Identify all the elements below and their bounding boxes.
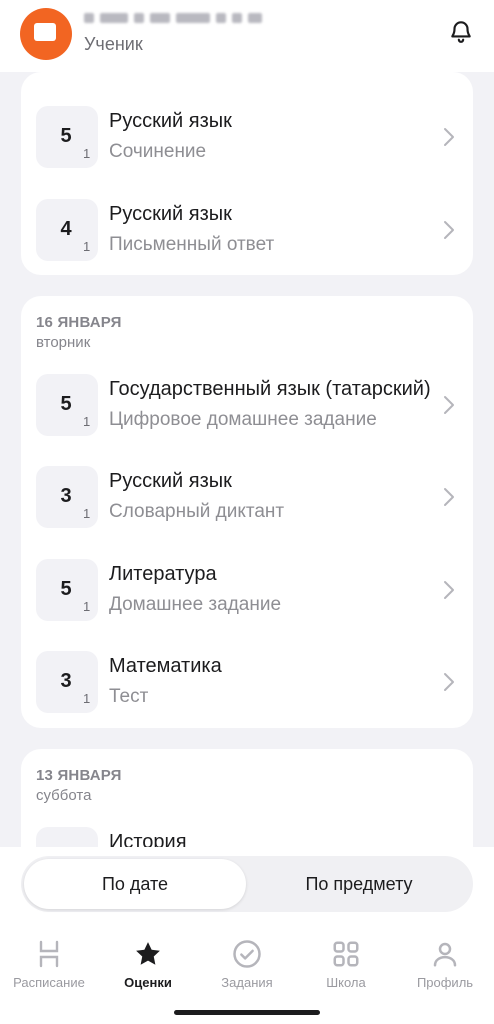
grade-box: 4 1 (36, 199, 98, 261)
chevron-right-icon (444, 488, 454, 506)
person-icon (433, 942, 457, 967)
tab-label: Профиль (416, 975, 474, 990)
grade-row[interactable]: 3 1 Математика Тест (21, 651, 473, 713)
sort-segmented-control: По дате По предмету (21, 856, 473, 912)
grade-row[interactable]: 5 1 Литература Домашнее задание (21, 559, 473, 621)
work-type: Словарный диктант (109, 501, 285, 522)
grade-row[interactable]: История (21, 827, 473, 847)
grade-value: 3 (60, 670, 72, 692)
grades-day-card: 13 ЯНВАРЯ суббота История (21, 749, 473, 847)
chevron-right-icon (444, 673, 454, 691)
user-name-redacted (84, 10, 284, 26)
date-title: 16 ЯНВАРЯ (36, 314, 122, 331)
tab-tasks[interactable]: Задания (198, 939, 296, 999)
schedule-icon (39, 940, 59, 968)
chevron-right-icon (444, 128, 454, 146)
grade-weight: 1 (83, 414, 91, 429)
grade-weight: 1 (83, 146, 91, 161)
work-type: Сочинение (109, 141, 207, 162)
sort-by-date-button[interactable]: По дате (24, 859, 246, 909)
avatar[interactable] (20, 8, 72, 60)
notifications-bell-icon[interactable] (448, 18, 474, 44)
tab-school[interactable]: Школа (297, 939, 395, 999)
chevron-right-icon (444, 581, 454, 599)
work-type: Тест (109, 686, 149, 707)
grade-box (36, 827, 98, 847)
grades-day-card: 16 ЯНВАРЯ вторник 5 1 Государственный яз… (21, 296, 473, 728)
grades-day-card: 5 1 Русский язык Сочинение 4 1 Русский я… (21, 72, 473, 275)
grade-value: 4 (60, 218, 72, 240)
subject-name: Русский язык (109, 203, 232, 225)
subject-name: Литература (109, 563, 217, 585)
grade-value: 5 (60, 393, 72, 415)
grade-box: 5 1 (36, 559, 98, 621)
work-type: Письменный ответ (109, 234, 275, 255)
grade-weight: 1 (83, 506, 91, 521)
grade-box: 5 1 (36, 106, 98, 168)
avatar-logo-icon (34, 23, 56, 41)
tab-label: Задания (221, 975, 273, 990)
weekday-label: суббота (36, 787, 92, 804)
grade-row[interactable]: 5 1 Государственный язык (татарский) Циф… (21, 374, 473, 436)
tab-profile[interactable]: Профиль (396, 939, 494, 999)
subject-name: Русский язык (109, 110, 232, 132)
star-icon (136, 942, 160, 965)
user-role: Ученик (84, 34, 143, 54)
grade-weight: 1 (83, 599, 91, 614)
date-title: 13 ЯНВАРЯ (36, 767, 122, 784)
weekday-label: вторник (36, 334, 91, 351)
chevron-right-icon (444, 396, 454, 414)
grade-value: 5 (60, 125, 72, 147)
work-type: Домашнее задание (109, 594, 282, 615)
home-indicator[interactable] (174, 1010, 320, 1015)
grade-row[interactable]: 5 1 Русский язык Сочинение (21, 106, 473, 168)
subject-name: Государственный язык (татарский) (109, 378, 431, 400)
grade-box: 5 1 (36, 374, 98, 436)
check-circle-icon (233, 940, 261, 968)
tab-label: Оценки (124, 975, 172, 990)
chevron-right-icon (444, 221, 454, 239)
grade-value: 3 (60, 485, 72, 507)
grade-row[interactable]: 4 1 Русский язык Письменный ответ (21, 199, 473, 261)
tab-label: Расписание (13, 975, 85, 990)
tab-label: Школа (326, 975, 366, 990)
subject-name: Русский язык (109, 470, 232, 492)
sort-segment-bar: По дате По предмету (0, 847, 494, 927)
grade-weight: 1 (83, 691, 91, 706)
work-type: Цифровое домашнее задание (109, 409, 377, 430)
grid-icon (333, 941, 359, 967)
tab-schedule[interactable]: Расписание (0, 939, 98, 999)
grade-box: 3 1 (36, 466, 98, 528)
grades-list[interactable]: 5 1 Русский язык Сочинение 4 1 Русский я… (0, 72, 494, 847)
subject-name: История (109, 831, 187, 847)
subject-name: Математика (109, 655, 222, 677)
grade-weight: 1 (83, 239, 91, 254)
sort-by-subject-button[interactable]: По предмету (248, 859, 470, 909)
app-header: Ученик (0, 0, 494, 72)
grade-value: 5 (60, 578, 72, 600)
grade-box: 3 1 (36, 651, 98, 713)
grade-row[interactable]: 3 1 Русский язык Словарный диктант (21, 466, 473, 528)
tab-grades[interactable]: Оценки (99, 939, 197, 999)
